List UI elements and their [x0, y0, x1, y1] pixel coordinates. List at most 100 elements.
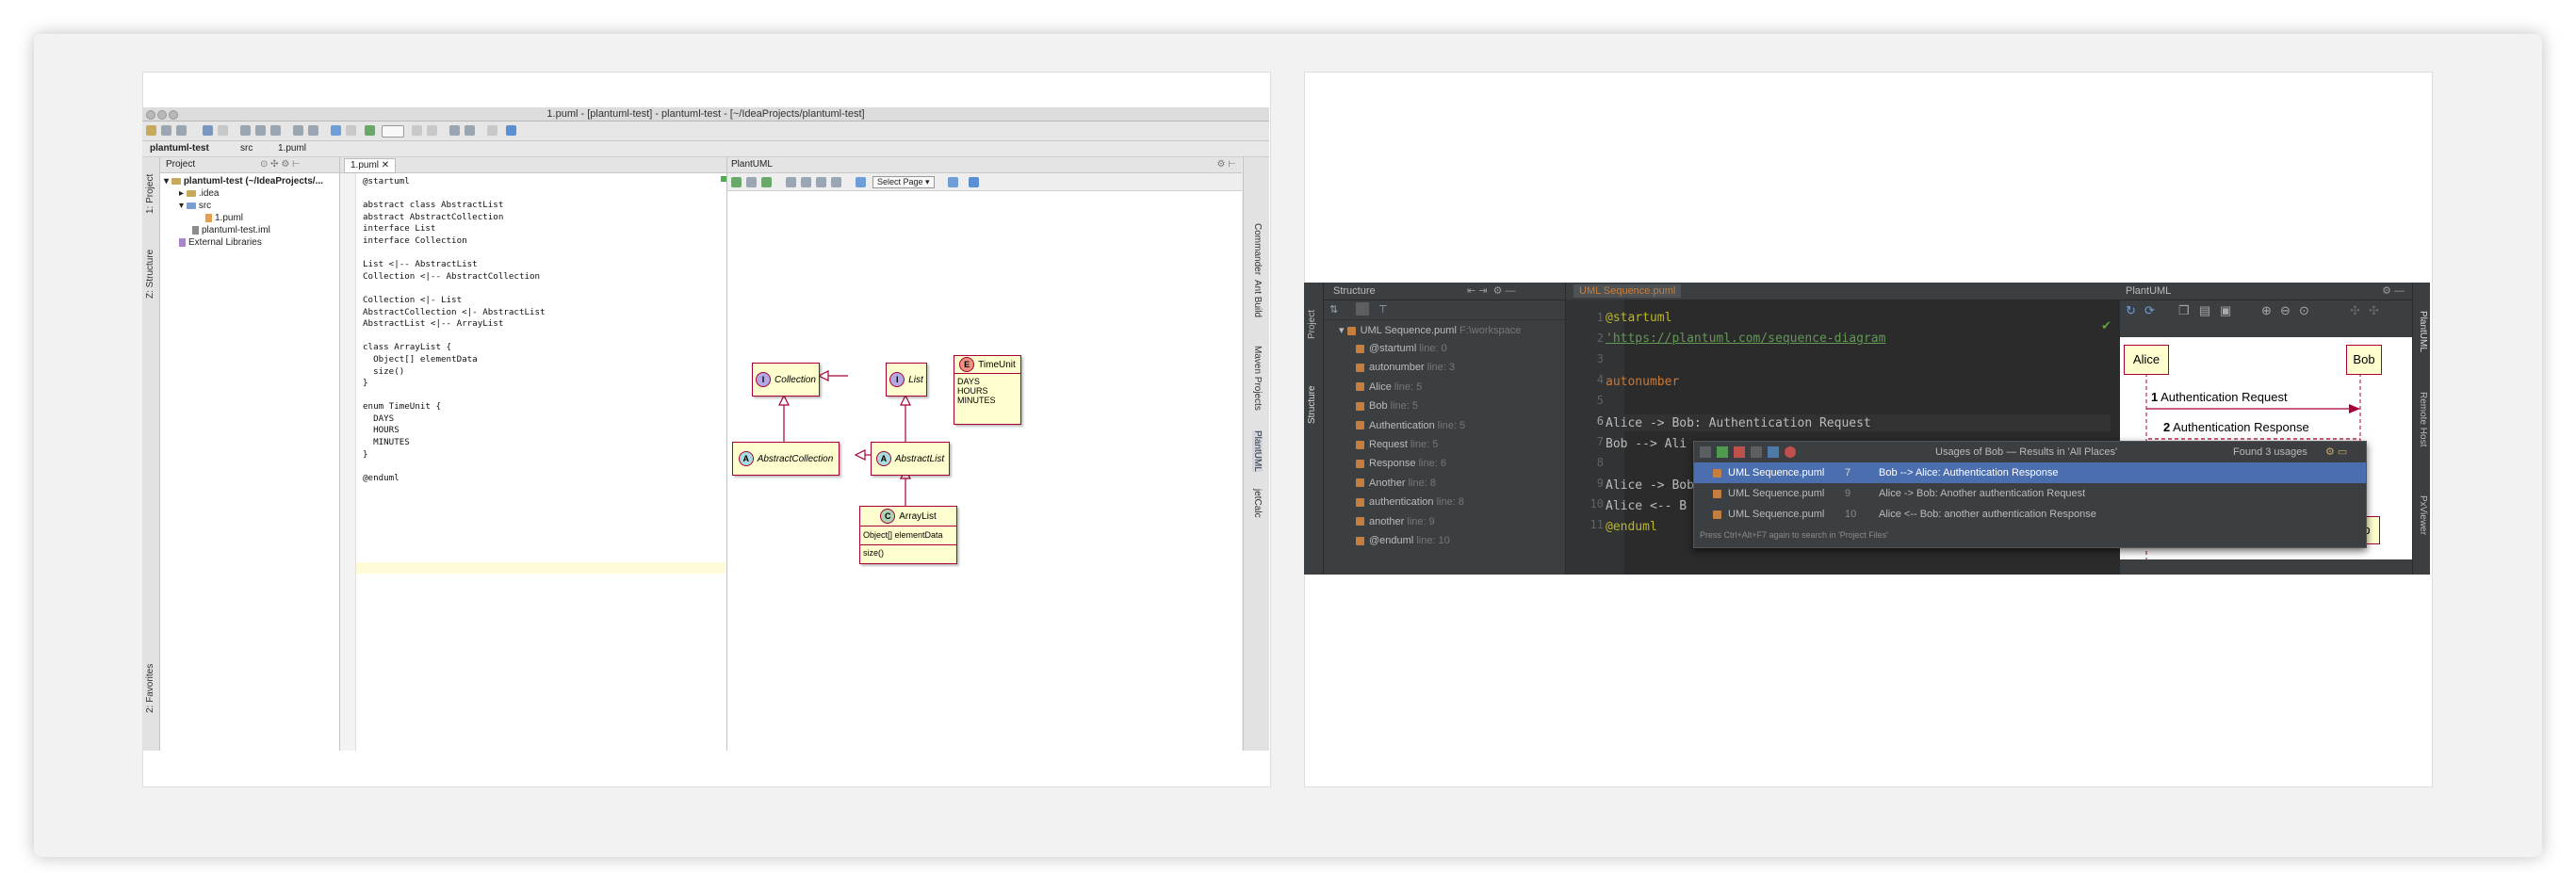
- tool-tab-structure[interactable]: Z: Structure: [145, 250, 155, 299]
- export-icon[interactable]: ▣: [2220, 300, 2231, 321]
- tree-idea[interactable]: ▸ .idea: [179, 188, 220, 199]
- tree-src[interactable]: ▾ src: [179, 201, 211, 211]
- tool-tab-structure[interactable]: Structure: [1307, 385, 1317, 424]
- select-page-dropdown[interactable]: Select Page ▾: [872, 176, 935, 188]
- usage-row[interactable]: UML Sequence.puml 10 Alice <-- Bob: anothe…: [1694, 504, 2366, 525]
- copy-diagram-icon[interactable]: ❐: [2178, 300, 2190, 321]
- group-icon[interactable]: [1700, 446, 1711, 458]
- auto-render-icon[interactable]: ⟳: [2144, 300, 2155, 321]
- pane-settings-icon[interactable]: ⊙ ✣ ⚙ ⊢: [260, 157, 301, 172]
- tool-tab-project[interactable]: 1: Project: [145, 174, 155, 214]
- tool-tab-remote-host[interactable]: Remote Host: [2418, 392, 2428, 446]
- write-access-icon[interactable]: [1751, 446, 1762, 458]
- project-structure-icon[interactable]: [465, 125, 475, 136]
- editor-tab-uml-sequence[interactable]: UML Sequence.puml: [1573, 284, 1682, 298]
- zoom-out-icon[interactable]: ⊖: [2280, 300, 2291, 321]
- tool-tab-pxviewer[interactable]: PxViewer: [2418, 495, 2428, 535]
- settings-icon[interactable]: [449, 125, 460, 136]
- copy-icon[interactable]: [255, 125, 266, 136]
- usage-row[interactable]: UML Sequence.puml 9 Alice -> Bob: Another …: [1694, 483, 2366, 504]
- structure-root[interactable]: ▾ UML Sequence.puml F:\workspace: [1339, 324, 1521, 336]
- plantuml-help-icon[interactable]: [969, 177, 979, 187]
- code-text[interactable]: @startuml abstract class AbstractList ab…: [363, 176, 546, 484]
- tree-external-libraries[interactable]: External Libraries: [179, 237, 262, 248]
- tool-tab-jetcalc[interactable]: jetCalc: [1252, 489, 1263, 518]
- tree-file[interactable]: 1.puml: [205, 213, 243, 223]
- open-folder-icon[interactable]: [146, 125, 156, 136]
- find-icon[interactable]: [293, 125, 303, 136]
- redo-icon[interactable]: [218, 125, 228, 136]
- actual-size-icon[interactable]: ⊙: [2299, 300, 2309, 321]
- debug-icon[interactable]: [427, 125, 437, 136]
- save-diagram-icon[interactable]: [746, 177, 757, 187]
- next-page-icon[interactable]: [948, 177, 958, 187]
- merge-icon[interactable]: [1717, 446, 1728, 458]
- actual-size-icon[interactable]: [816, 177, 826, 187]
- show-fields-icon[interactable]: ⊤: [1378, 303, 1388, 316]
- save-diagram-icon[interactable]: ▤: [2199, 300, 2210, 321]
- code-line-2[interactable]: 'https://plantuml.com/sequence-diagram: [1606, 332, 1885, 346]
- usage-row[interactable]: UML Sequence.puml 7 Bob --> Alice: Authent…: [1694, 462, 2366, 483]
- copy-diagram-icon[interactable]: [761, 177, 772, 187]
- refresh-icon[interactable]: [731, 177, 742, 187]
- help-icon[interactable]: [506, 125, 516, 136]
- zoom-in-icon[interactable]: [786, 177, 796, 187]
- undo-icon[interactable]: [203, 125, 213, 136]
- cut-icon[interactable]: [240, 125, 251, 136]
- filter-icon[interactable]: [1768, 446, 1779, 458]
- back-icon[interactable]: [331, 125, 341, 136]
- close-window-icon[interactable]: [146, 110, 155, 120]
- build-icon[interactable]: [365, 125, 375, 136]
- tree-iml[interactable]: plantuml-test.iml: [192, 225, 270, 235]
- structure-item[interactable]: another line: 9: [1356, 516, 1435, 527]
- replace-icon[interactable]: [308, 125, 318, 136]
- breadcrumb-file[interactable]: 1.puml: [274, 141, 310, 156]
- editor-tab-1-puml[interactable]: 1.puml ✕: [344, 158, 397, 173]
- tree-root[interactable]: ▾ plantuml-test (~/IdeaProjects/...: [164, 176, 323, 186]
- run-config-dropdown[interactable]: [382, 125, 404, 138]
- tool-tab-project[interactable]: Project: [1307, 310, 1317, 339]
- tool-tab-ant-build[interactable]: Ant Build: [1252, 280, 1263, 317]
- structure-item[interactable]: Request line: 5: [1356, 439, 1438, 450]
- zoom-out-icon[interactable]: [801, 177, 811, 187]
- breadcrumb-project[interactable]: plantuml-test: [146, 141, 213, 156]
- project-view-selector[interactable]: Project: [166, 157, 195, 172]
- refresh-icon[interactable]: ↻: [2126, 300, 2136, 321]
- sync-icon[interactable]: [176, 125, 187, 136]
- paste-icon[interactable]: [270, 125, 281, 136]
- minimize-window-icon[interactable]: [157, 110, 167, 120]
- fit-icon[interactable]: [831, 177, 841, 187]
- tool-tab-commander[interactable]: Commander: [1252, 223, 1263, 275]
- structure-item[interactable]: Response line: 6: [1356, 458, 1446, 469]
- forward-icon[interactable]: [346, 125, 356, 136]
- breadcrumb-src[interactable]: src: [236, 141, 256, 156]
- tool-tab-favorites[interactable]: 2: Favorites: [145, 664, 155, 713]
- structure-item[interactable]: Another line: 8: [1356, 478, 1436, 489]
- run-icon[interactable]: [412, 125, 422, 136]
- structure-settings-icon[interactable]: ⇤ ⇥ ⚙ —: [1467, 283, 1516, 300]
- filter-icon[interactable]: [1356, 302, 1369, 316]
- structure-item[interactable]: Authentication line: 5: [1356, 420, 1465, 431]
- structure-item[interactable]: Bob line: 5: [1356, 400, 1418, 412]
- zoom-window-icon[interactable]: [169, 110, 178, 120]
- stop-icon[interactable]: [1785, 446, 1796, 458]
- prev-page-icon[interactable]: [856, 177, 866, 187]
- tool-tab-plantuml[interactable]: PlantUML: [2418, 311, 2428, 352]
- plantuml-settings-icon[interactable]: ⚙ —: [2382, 283, 2405, 300]
- tool-tab-plantuml[interactable]: PlantUML: [1252, 430, 1263, 472]
- code-editor[interactable]: 1.puml ✕ @startuml abstract class Abstra…: [340, 157, 727, 751]
- structure-item[interactable]: @enduml line: 10: [1356, 535, 1450, 546]
- structure-item[interactable]: Alice line: 5: [1356, 381, 1422, 393]
- plantuml-settings-icon[interactable]: ⚙ ⊢: [1217, 157, 1236, 172]
- structure-item[interactable]: autonumber line: 3: [1356, 362, 1455, 373]
- sdk-icon[interactable]: [487, 125, 497, 136]
- save-icon[interactable]: [161, 125, 171, 136]
- structure-item[interactable]: @startuml line: 0: [1356, 343, 1447, 354]
- next-page-icon[interactable]: ✣: [2369, 300, 2379, 321]
- structure-item[interactable]: authentication line: 8: [1356, 496, 1464, 508]
- prev-page-icon[interactable]: ✣: [2350, 300, 2360, 321]
- read-access-icon[interactable]: [1734, 446, 1745, 458]
- zoom-in-icon[interactable]: ⊕: [2261, 300, 2272, 321]
- settings-icon[interactable]: ⚙ ▭: [2325, 442, 2347, 462]
- tool-tab-maven[interactable]: Maven Projects: [1252, 346, 1263, 411]
